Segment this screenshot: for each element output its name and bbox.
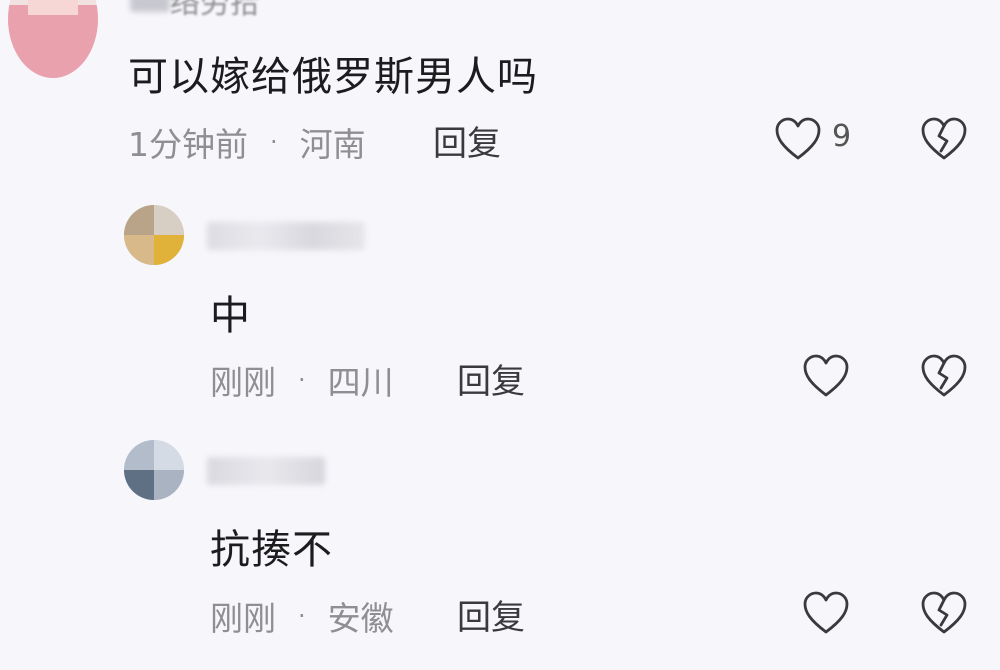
separator-dot: · — [298, 366, 306, 394]
comment-text: 抗揍不 — [210, 527, 333, 573]
heart-outline-icon — [803, 591, 849, 634]
comment-time: 刚刚 — [210, 599, 276, 638]
comment-time: 1分钟前 — [128, 125, 248, 164]
like-button[interactable] — [774, 117, 822, 161]
username-blurred — [207, 222, 365, 250]
comment-meta: 刚刚 · 安徽 — [210, 592, 394, 640]
comment-location: 河南 — [299, 125, 366, 164]
dislike-button[interactable] — [920, 117, 968, 161]
like-button[interactable] — [802, 591, 850, 635]
like-button[interactable] — [802, 354, 850, 398]
comment-location: 安徽 — [327, 599, 394, 638]
reply-button[interactable]: 回复 — [457, 590, 525, 639]
dislike-button[interactable] — [920, 354, 968, 398]
comment-meta: 1分钟前 · 河南 — [128, 118, 366, 166]
heart-outline-icon — [803, 354, 849, 397]
separator-dot: · — [270, 128, 278, 156]
username-blurred — [130, 0, 170, 12]
heart-outline-icon — [775, 117, 821, 160]
reply-button[interactable]: 回复 — [457, 354, 525, 403]
username: 络劳拾 — [170, 0, 260, 21]
dislike-button[interactable] — [920, 591, 968, 635]
username-blurred — [207, 457, 325, 485]
avatar[interactable] — [124, 440, 184, 500]
comment-time: 刚刚 — [210, 363, 276, 402]
comment-location: 四川 — [327, 363, 394, 402]
comment-meta: 刚刚 · 四川 — [210, 356, 394, 404]
separator-dot: · — [298, 602, 306, 630]
comment-text: 可以嫁给俄罗斯男人吗 — [128, 54, 538, 100]
broken-heart-icon — [921, 354, 967, 397]
broken-heart-icon — [921, 591, 967, 634]
comment-text: 中 — [210, 293, 251, 339]
like-count: 9 — [832, 119, 852, 154]
broken-heart-icon — [921, 117, 967, 160]
avatar[interactable] — [8, 0, 98, 78]
avatar[interactable] — [124, 205, 184, 265]
reply-button[interactable]: 回复 — [433, 116, 501, 165]
